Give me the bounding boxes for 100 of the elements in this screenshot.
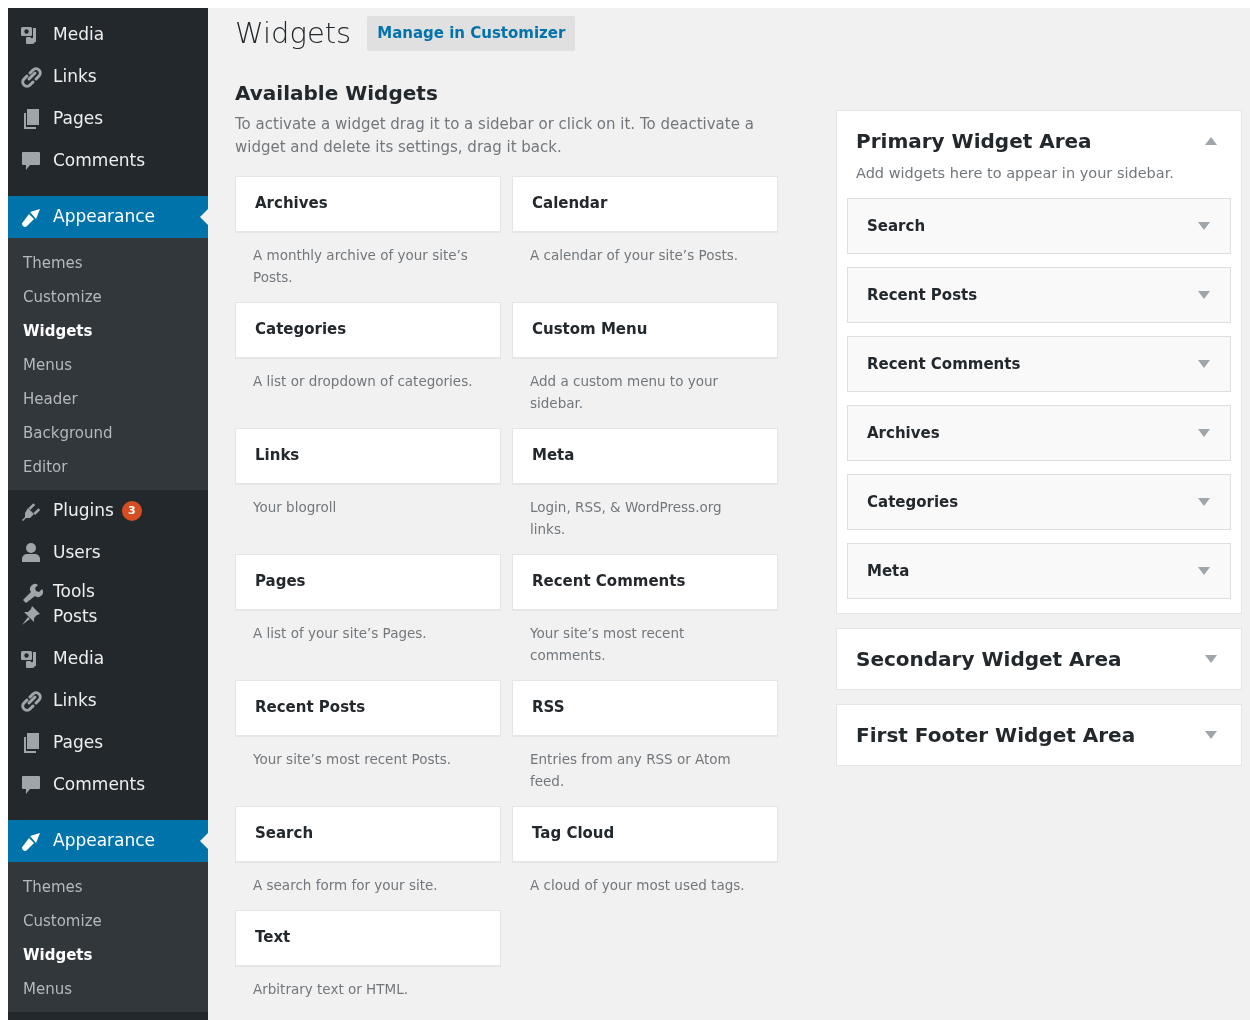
widget-card[interactable]: Categories <box>235 301 501 358</box>
menu-item[interactable]: Pages <box>8 98 208 140</box>
submenu-item[interactable]: Themes <box>8 246 208 280</box>
widget-title: Search <box>867 216 926 237</box>
widget-card[interactable]: Meta <box>512 427 778 484</box>
expand-arrow-icon[interactable] <box>1198 567 1210 576</box>
widget-card[interactable]: Text <box>235 909 501 966</box>
widget-area-title[interactable]: Secondary Widget Area <box>856 644 1122 675</box>
menu-item[interactable]: Comments <box>8 140 208 182</box>
paintbrush-icon <box>19 830 43 852</box>
expand-arrow-icon[interactable] <box>1205 731 1217 740</box>
widget-card[interactable]: Calendar <box>512 175 778 232</box>
widget-title: Categories <box>867 492 959 513</box>
widget-card[interactable]: Recent Posts <box>235 679 501 736</box>
submenu-item[interactable]: Widgets <box>8 938 208 972</box>
paintbrush-icon <box>19 206 43 228</box>
menu-item[interactable]: Links <box>8 56 208 98</box>
menu-label: Comments <box>53 773 146 797</box>
menu-item[interactable]: Posts <box>8 604 208 638</box>
speech-bubble-icon <box>19 774 43 796</box>
widget-area-title[interactable]: Primary Widget Area <box>856 125 1092 156</box>
widget-card[interactable]: Custom Menu <box>512 301 778 358</box>
widget-title: Recent Comments <box>867 354 1021 375</box>
widget-description: Entries from any RSS or Atom feed. <box>529 749 732 791</box>
menu-label: Tools <box>53 579 95 603</box>
menu-item[interactable]: Pages <box>8 722 208 764</box>
menu-item[interactable]: Media <box>8 14 208 56</box>
submenu-item[interactable]: Background <box>8 416 208 450</box>
placed-widget[interactable]: Categories <box>847 474 1231 531</box>
widget-description: Login, RSS, & WordPress.org links. <box>529 497 723 539</box>
submenu-item[interactable]: Editor <box>8 450 208 484</box>
widget-card[interactable]: RSS <box>512 679 778 736</box>
menu-item[interactable]: Media <box>8 638 208 680</box>
expand-arrow-icon[interactable] <box>1198 222 1210 231</box>
pushpin-icon <box>19 604 43 626</box>
widget-description: Add a custom menu to your sidebar. <box>529 371 720 413</box>
menu-item[interactable]: Links <box>8 680 208 722</box>
widget-card[interactable]: Recent Comments <box>512 553 778 610</box>
submenu-item[interactable]: Customize <box>8 280 208 314</box>
menu-label: Media <box>53 647 105 671</box>
widget-description: A list of your site’s Pages. <box>252 623 428 643</box>
menu-label: Appearance <box>53 829 156 853</box>
widget-title: Recent Posts <box>867 285 978 306</box>
menu-label: Links <box>53 689 97 713</box>
menu-label: Media <box>53 23 105 47</box>
page-title: Widgets <box>235 18 352 48</box>
menu-item[interactable]: Tools <box>8 574 208 604</box>
widget-description: A calendar of your site’s Posts. <box>529 245 740 265</box>
collapse-arrow-icon[interactable] <box>1205 136 1217 145</box>
widget-description: Your site’s most recent comments. <box>529 623 686 665</box>
placed-widget[interactable]: Archives <box>847 405 1231 462</box>
widget-title: Meta <box>867 561 910 582</box>
link-icon <box>19 66 43 88</box>
widget-card[interactable]: Tag Cloud <box>512 805 778 862</box>
widget-card[interactable]: Archives <box>235 175 501 232</box>
widget-card[interactable]: Pages <box>235 553 501 610</box>
menu-item[interactable]: Appearance <box>8 196 208 238</box>
user-icon <box>19 542 43 564</box>
widget-description: A monthly archive of your site’s Posts. <box>252 245 469 287</box>
expand-arrow-icon[interactable] <box>1198 360 1210 369</box>
submenu-item[interactable]: Themes <box>8 870 208 904</box>
widget-description: Your site’s most recent Posts. <box>252 749 453 769</box>
menu-label: Comments <box>53 149 146 173</box>
placed-widget[interactable]: Search <box>847 198 1231 255</box>
placed-widget[interactable]: Meta <box>847 543 1231 600</box>
expand-arrow-icon[interactable] <box>1198 291 1210 300</box>
menu-item[interactable]: Users <box>8 532 208 574</box>
widget-area-description: Add widgets here to appear in your sidebar. <box>855 163 1175 183</box>
menu-label: Plugins <box>53 499 114 523</box>
widget-description: A cloud of your most used tags. <box>529 875 746 895</box>
speech-bubble-icon <box>19 150 43 172</box>
submenu-item[interactable]: Menus <box>8 348 208 382</box>
expand-arrow-icon[interactable] <box>1205 655 1217 664</box>
expand-arrow-icon[interactable] <box>1198 498 1210 507</box>
menu-item[interactable]: Plugins 3 <box>8 490 208 532</box>
submenu-item[interactable]: Widgets <box>8 314 208 348</box>
placed-widget[interactable]: Recent Posts <box>847 267 1231 324</box>
widget-card[interactable]: Links <box>235 427 501 484</box>
link-icon <box>19 690 43 712</box>
widget-description: A search form for your site. <box>252 875 439 895</box>
menu-label: Pages <box>53 731 103 755</box>
menu-label: Posts <box>53 605 98 628</box>
widget-description: Arbitrary text or HTML. <box>252 979 409 999</box>
update-count-badge: 3 <box>121 501 142 521</box>
widget-description: A list or dropdown of categories. <box>252 371 474 391</box>
menu-item[interactable]: Comments <box>8 764 208 806</box>
submenu-item[interactable]: Header <box>8 382 208 416</box>
widget-area-title[interactable]: First Footer Widget Area <box>856 720 1136 751</box>
menu-item[interactable]: Appearance <box>8 820 208 862</box>
placed-widget[interactable]: Recent Comments <box>847 336 1231 393</box>
section-heading: Available Widgets <box>235 80 439 105</box>
widget-title: Archives <box>867 423 940 444</box>
widget-card[interactable]: Search <box>235 805 501 862</box>
menu-label: Users <box>53 541 101 565</box>
widget-description: Your blogroll <box>252 497 338 517</box>
manage-customizer-button[interactable]: Manage in Customizer <box>367 16 576 51</box>
menu-label: Links <box>53 65 97 89</box>
submenu-item[interactable]: Menus <box>8 972 208 1006</box>
expand-arrow-icon[interactable] <box>1198 429 1210 438</box>
submenu-item[interactable]: Customize <box>8 904 208 938</box>
